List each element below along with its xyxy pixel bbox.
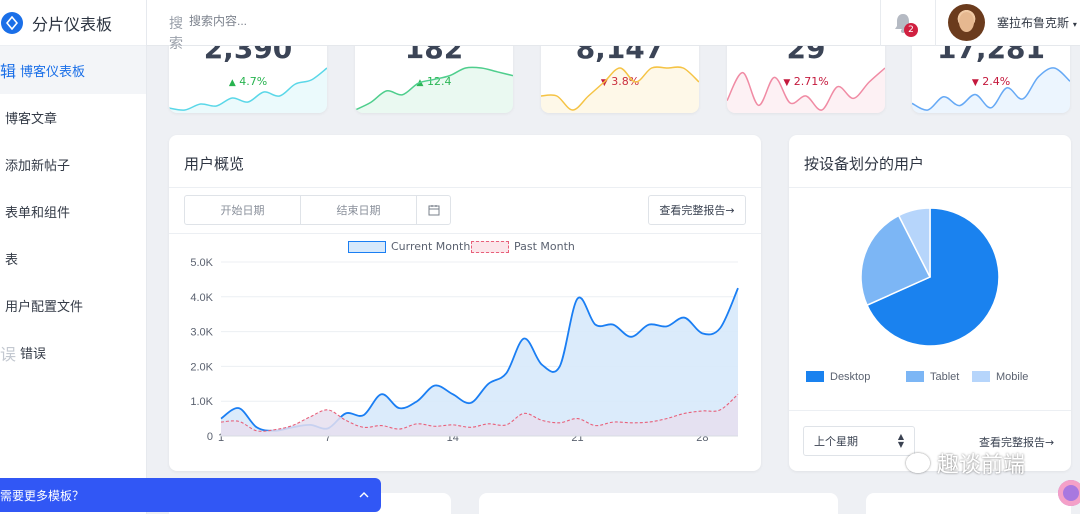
user-name: 塞拉布鲁克斯 bbox=[997, 16, 1070, 30]
y-tick-label: 4.0K bbox=[190, 292, 213, 304]
brain-logo-icon bbox=[1058, 480, 1080, 506]
users-area-chart: 01.0K2.0K3.0K4.0K5.0K1 7 14 21 28 bbox=[190, 257, 739, 444]
stat-sparkline bbox=[727, 67, 885, 113]
header-divider bbox=[935, 0, 936, 46]
user-name-dropdown[interactable]: 塞拉布鲁克斯 ▾ bbox=[997, 14, 1077, 31]
stat-sparkline bbox=[169, 67, 327, 113]
legend-swatch bbox=[806, 371, 824, 382]
search-input[interactable] bbox=[189, 14, 389, 28]
error-icon: 误 bbox=[0, 344, 17, 364]
select-arrows-icon: ▲ ▼ bbox=[897, 432, 904, 449]
y-tick-label: 5.0K bbox=[190, 257, 213, 269]
y-tick-label: 2.0K bbox=[190, 361, 213, 373]
legend-swatch bbox=[972, 371, 990, 382]
stat-sparkline bbox=[912, 67, 1070, 113]
legend-label-tablet[interactable]: Tablet bbox=[930, 371, 959, 383]
sidebar-item-blog-dashboard[interactable]: 辑 博客仪表板 bbox=[0, 46, 146, 94]
legend-swatch bbox=[906, 371, 924, 382]
chevron-up-icon[interactable] bbox=[359, 488, 369, 501]
watermark-text: 趣谈前端 bbox=[937, 453, 1026, 478]
sidebar-item-label: 博客仪表板 bbox=[20, 64, 86, 80]
users-overview-panel: 用户概览 开始日期 结束日期 查看完整报告→ Current Month Pas… bbox=[169, 135, 761, 471]
legend-label-mobile[interactable]: Mobile bbox=[996, 371, 1028, 383]
top-header: 搜索 2 塞拉布鲁克斯 ▾ bbox=[147, 0, 1080, 52]
sidebar-item-label: 表单和组件 bbox=[5, 206, 71, 221]
series-area-current-month bbox=[221, 288, 738, 436]
sidebar-nav: 辑 博客仪表板 博客文章 添加新帖子 表单和组件 表 用户配置文件 误 错误 bbox=[0, 46, 146, 376]
sidebar-item-errors[interactable]: 误 错误 bbox=[0, 329, 146, 376]
chat-bubble-icon bbox=[906, 453, 930, 473]
sparkline-area bbox=[912, 67, 1070, 113]
avatar[interactable] bbox=[948, 4, 985, 41]
sidebar-item-tables[interactable]: 表 bbox=[0, 235, 146, 282]
header-divider bbox=[880, 0, 881, 46]
legend-label-desktop[interactable]: Desktop bbox=[830, 371, 870, 383]
device-pie-chart: Desktop Tablet Mobile bbox=[806, 207, 1028, 383]
period-select[interactable]: 上个星期 ▲ ▼ bbox=[803, 426, 915, 456]
y-tick-label: 3.0K bbox=[190, 327, 213, 339]
sidebar-item-label: 表 bbox=[5, 253, 19, 268]
stat-sparkline bbox=[355, 66, 513, 113]
brand[interactable]: 分片仪表板 bbox=[0, 0, 146, 46]
watermark: 趣谈前端 bbox=[906, 447, 1025, 479]
promo-bar[interactable]: 需要更多模板？ bbox=[0, 478, 381, 512]
notification-badge: 2 bbox=[904, 23, 918, 37]
sidebar-item-blog-posts[interactable]: 博客文章 bbox=[0, 94, 146, 141]
brand-logo-icon bbox=[1, 11, 23, 34]
divider bbox=[789, 410, 1071, 411]
sparkline-area bbox=[355, 67, 513, 113]
sidebar-item-label: 用户配置文件 bbox=[5, 300, 84, 315]
search-label: 搜索 bbox=[169, 16, 183, 52]
sidebar-item-label: 博客文章 bbox=[5, 112, 58, 127]
sidebar: 分片仪表板 辑 博客仪表板 博客文章 添加新帖子 表单和组件 表 用户配置文件 … bbox=[0, 0, 147, 514]
bottom-card bbox=[866, 493, 1071, 514]
users-by-device-panel: 按设备划分的用户 Desktop Tablet Mobile 上个星期 ▲ ▼ 查看完… bbox=[789, 135, 1071, 471]
sidebar-item-label: 错误 bbox=[20, 347, 47, 362]
stat-sparkline bbox=[541, 66, 699, 113]
sidebar-item-forms[interactable]: 表单和组件 bbox=[0, 188, 146, 235]
caret-down-icon: ▾ bbox=[1072, 20, 1077, 29]
brand-title: 分片仪表板 bbox=[32, 14, 113, 34]
sidebar-item-user-profile[interactable]: 用户配置文件 bbox=[0, 282, 146, 329]
bottom-card bbox=[479, 493, 838, 514]
y-tick-label: 0 bbox=[207, 431, 213, 443]
period-select-value: 上个星期 bbox=[814, 435, 858, 448]
edit-icon: 辑 bbox=[0, 62, 17, 81]
promo-label: 需要更多模板？ bbox=[0, 488, 85, 503]
sidebar-item-label: 添加新帖子 bbox=[5, 159, 71, 174]
sparkline-area bbox=[541, 66, 699, 113]
y-tick-label: 1.0K bbox=[190, 396, 213, 408]
sidebar-item-add-post[interactable]: 添加新帖子 bbox=[0, 141, 146, 188]
